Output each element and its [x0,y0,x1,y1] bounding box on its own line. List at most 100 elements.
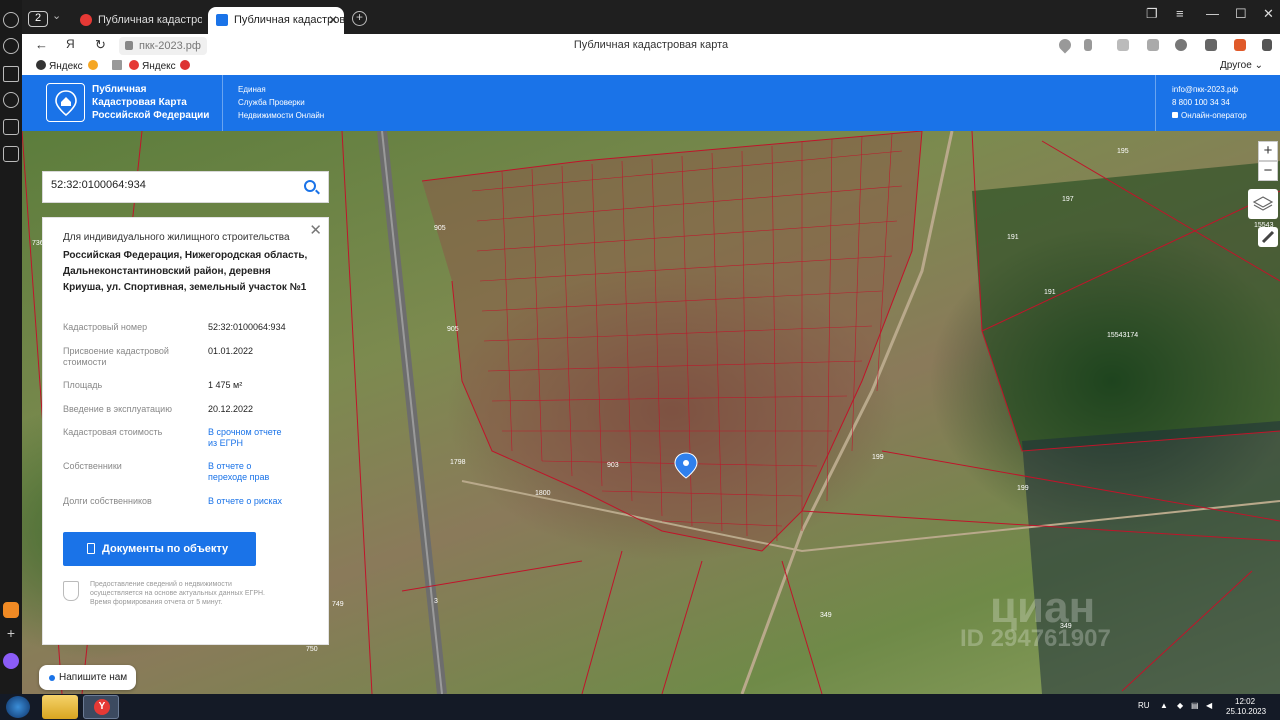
menu-icon[interactable]: ≡ [1176,6,1184,21]
cadastral-number-value: 52:32:0100064:934 [208,322,286,332]
valuation-date-value: 01.01.2022 [208,346,254,356]
mail-icon[interactable] [3,602,19,618]
map-favicon-icon [216,14,228,26]
bookmark-item[interactable] [180,60,193,72]
parcel-label: 15543174 [1107,332,1138,339]
zoom-out-button[interactable]: − [1258,161,1278,181]
risk-report-link[interactable]: В отчете о рисках [208,496,323,507]
layers-button[interactable] [1248,189,1278,219]
market-icon [180,60,190,70]
bookmark-item[interactable] [112,60,125,72]
security-shield-icon [63,581,79,601]
header-divider [222,75,223,131]
start-button[interactable] [6,696,30,718]
header-contacts: info@пкк-2023.рф 8 800 100 34 34 Онлайн-… [1172,83,1247,122]
chat-button[interactable]: Напишите нам [39,665,136,690]
tray-app-icon[interactable]: ◆ [1177,701,1183,710]
ownership-report-link[interactable]: В отчете о переходе прав [208,461,280,483]
valuation-date-label: Присвоение кадастровой стоимости [63,346,169,367]
ruler-button[interactable] [1258,227,1278,247]
site-logo[interactable] [46,83,85,122]
parcel-address: Российская Федерация, Нижегородская обла… [63,250,308,293]
debts-label: Долги собственников [63,496,152,506]
other-bookmarks[interactable]: Другое ⌄ [1220,60,1263,71]
close-tab-icon[interactable]: ✕ [328,7,338,34]
volume-icon[interactable]: ◀ [1206,701,1212,710]
site-header: Публичная Кадастровая Карта Российской Ф… [22,75,1280,131]
online-operator-link[interactable]: Онлайн-оператор [1172,109,1247,122]
add-panel-icon[interactable]: + [3,626,19,643]
collections-icon[interactable]: ❐ [1146,6,1158,22]
disclaimer-text: Предоставление сведений о недвижимости о… [90,581,265,606]
map-pin-logo-icon [55,90,77,116]
tab-active[interactable]: Публичная кадастровая ✕ [208,7,344,34]
translate-icon[interactable] [1205,39,1217,51]
mail-extension-icon[interactable] [1147,39,1159,51]
forest-area [972,161,1280,451]
play-icon[interactable] [3,92,19,108]
ruler-icon [1261,230,1275,244]
minimize-icon[interactable]: — [1206,6,1219,21]
bookmark-icon[interactable] [1084,39,1092,51]
bookmark-item[interactable]: Яндекс [129,60,176,72]
screenshot-icon[interactable] [3,146,19,162]
tray-arrow-icon[interactable]: ▲ [1160,701,1168,710]
add-bookmark-icon [36,60,46,70]
collections-icon[interactable] [3,66,19,82]
email-link[interactable]: info@пкк-2023.рф [1172,83,1247,96]
cadastral-number-label: Кадастровый номер [63,322,148,332]
parcel-label: 3 [434,598,438,605]
chevron-down-icon[interactable]: ⌄ [52,9,61,22]
parcel-label: 750 [306,646,318,653]
chevron-down-icon: ⌄ [1254,60,1263,71]
browser-logo-icon[interactable] [3,12,19,28]
yandex-browser-taskbar-icon[interactable]: Y [83,695,119,719]
language-indicator[interactable]: RU [1138,701,1150,710]
file-explorer-icon[interactable] [42,695,78,719]
clock-time[interactable]: 12:02 [1235,697,1255,706]
extension-icon[interactable] [1117,39,1129,51]
tab-count-badge[interactable]: 2 [28,11,48,27]
yandex-favicon-icon [80,14,92,26]
parcel-label: 349 [820,612,832,619]
close-window-icon[interactable]: ✕ [1263,6,1274,22]
tabs-icon[interactable] [3,119,19,135]
alice-icon[interactable] [3,653,19,669]
network-icon[interactable]: ▤ [1191,701,1199,710]
download-icon[interactable] [1262,39,1272,51]
commissioning-label: Введение в эксплуатацию [63,404,172,414]
bookmark-item[interactable]: Яндекс [36,60,83,72]
tab-label: Публичная кадастровая к [98,14,202,26]
zoom-in-button[interactable]: + [1258,141,1278,161]
search-input[interactable] [51,179,291,191]
parcel-label: 1798 [450,459,466,466]
parcel-label: 1800 [535,490,551,497]
service-name: Единая Служба Проверки Недвижимости Онла… [238,85,325,120]
new-tab-button[interactable]: + [352,11,367,26]
clock-date[interactable]: 25.10.2023 [1226,707,1266,716]
bookmark-item[interactable] [88,60,101,72]
parcel-label: 191 [1044,289,1056,296]
site-name: Публичная Кадастровая Карта Российской Ф… [92,84,210,121]
bookmarks-bar: Яндекс Яндекс Другое ⌄ [22,58,1280,75]
area-label: Площадь [63,380,103,390]
browser-sidebar: + [0,0,22,694]
phone-link[interactable]: 8 800 100 34 34 [1172,96,1247,109]
address-bar: ← Я ↻ пкк-2023.рф Публичная кадастровая … [22,34,1280,58]
header-divider [1155,75,1156,131]
tab-inactive[interactable]: Публичная кадастровая к [72,7,202,34]
history-icon[interactable] [3,38,19,54]
search-icon[interactable] [304,180,316,192]
document-icon [112,60,122,70]
maximize-icon[interactable]: ☐ [1235,6,1247,22]
urgent-report-link[interactable]: В срочном отчете из ЕГРН [208,427,288,449]
search-bar [42,171,329,203]
parcel-label: 905 [434,225,446,232]
profile-icon[interactable] [1234,39,1246,51]
parcel-label: 191 [1007,234,1019,241]
theme-icon[interactable] [1175,39,1187,51]
taskbar: Y RU ▲ ◆ ▤ ◀ 12:02 25.10.2023 [0,694,1280,720]
cadastral-value-label: Кадастровая стоимость [63,427,163,437]
close-icon[interactable]: ✕ [309,221,322,239]
documents-button[interactable]: Документы по объекту [63,532,256,566]
